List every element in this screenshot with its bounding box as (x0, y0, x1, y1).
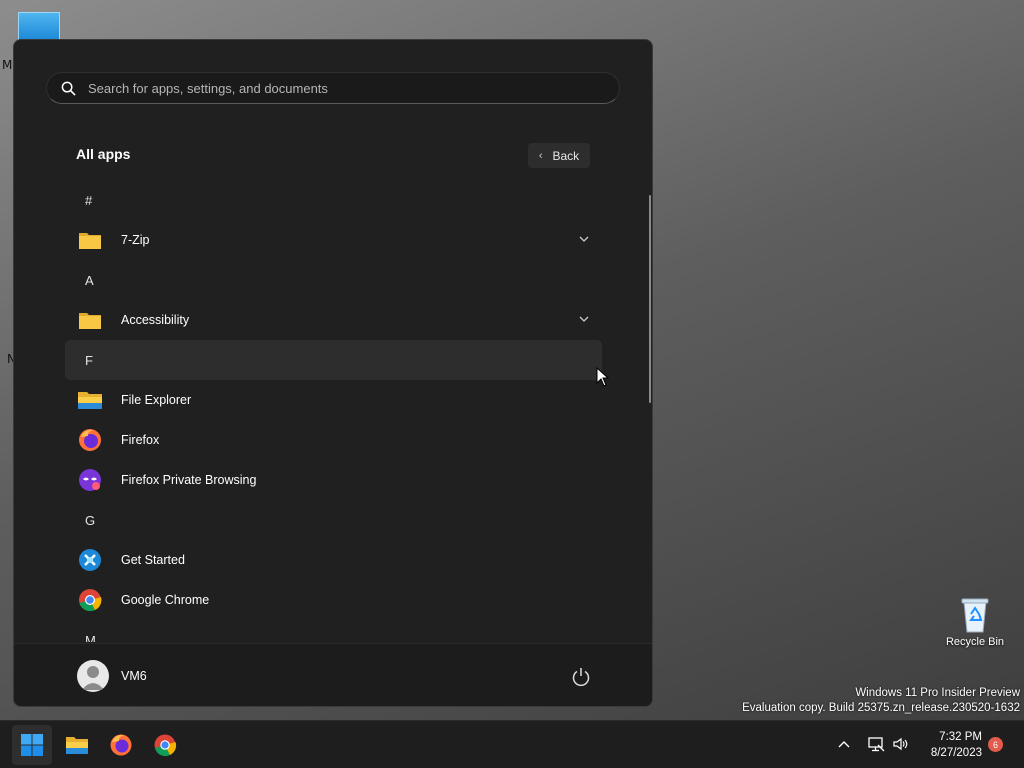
desktop-label-m: M (2, 58, 13, 72)
app-item-firefox[interactable]: Firefox (65, 420, 602, 460)
letter-header-f[interactable]: F (65, 340, 602, 380)
power-icon[interactable] (570, 666, 592, 688)
folder-icon (77, 307, 103, 333)
search-input[interactable] (88, 80, 588, 96)
recycle-bin-icon (959, 596, 991, 634)
watermark-build: Evaluation copy. Build 25375.zn_release.… (742, 702, 1020, 714)
network-icon[interactable] (867, 735, 885, 753)
user-name: VM6 (121, 669, 147, 683)
back-button[interactable]: ‹ Back (528, 143, 590, 168)
search-box[interactable] (46, 72, 620, 104)
letter-label: M (85, 632, 96, 643)
letter-header-a[interactable]: A (65, 260, 602, 300)
all-apps-list: # 7-Zip A Accessibility F File Explorer (65, 180, 602, 642)
taskbar-chrome[interactable] (145, 725, 185, 765)
letter-label: A (85, 272, 94, 288)
letter-label: # (85, 192, 93, 208)
start-button[interactable] (12, 725, 52, 765)
letter-header-g[interactable]: G (65, 500, 602, 540)
app-item-accessibility[interactable]: Accessibility (65, 300, 602, 340)
clock-date: 8/27/2023 (930, 747, 982, 759)
user-account-button[interactable]: VM6 (77, 660, 147, 692)
firefox-icon (110, 734, 132, 756)
taskbar-file-explorer[interactable] (57, 725, 97, 765)
letter-label: G (85, 512, 96, 528)
chevron-down-icon[interactable] (578, 233, 590, 245)
recycle-bin-label: Recycle Bin (945, 636, 1005, 648)
notification-badge[interactable]: 6 (988, 737, 1003, 752)
app-name: Firefox Private Browsing (121, 473, 257, 487)
chevron-left-icon: ‹ (538, 149, 543, 162)
app-name: 7-Zip (121, 233, 150, 247)
letter-header-m[interactable]: M (65, 620, 602, 643)
app-name: Get Started (121, 553, 185, 567)
taskbar-clock[interactable]: 7:32 PM 8/27/2023 (918, 729, 982, 761)
chevron-up-icon[interactable] (838, 739, 850, 751)
folder-icon (77, 227, 103, 253)
apps-scrollbar[interactable] (649, 195, 651, 403)
app-item-google-chrome[interactable]: Google Chrome (65, 580, 602, 620)
start-menu: All apps ‹ Back # 7-Zip A Accessibility … (13, 39, 653, 707)
back-button-label: Back (552, 148, 580, 163)
letter-header-hash[interactable]: # (65, 180, 602, 220)
start-icon (21, 734, 43, 756)
chrome-icon (154, 734, 177, 757)
taskbar: 7:32 PM 8/27/2023 (0, 720, 1024, 768)
letter-label: F (85, 352, 93, 368)
get-started-icon (77, 547, 103, 573)
volume-icon[interactable] (892, 736, 908, 752)
firefox-private-icon (77, 467, 103, 493)
file-explorer-icon (77, 387, 103, 413)
app-item-firefox-private[interactable]: Firefox Private Browsing (65, 460, 602, 500)
start-menu-footer: VM6 (14, 643, 652, 706)
app-name: Firefox (121, 433, 160, 447)
desktop-shortcut-icon[interactable] (18, 12, 60, 42)
search-icon (61, 81, 76, 96)
firefox-icon (77, 427, 103, 453)
file-explorer-icon (66, 737, 88, 754)
app-name: Google Chrome (121, 593, 210, 607)
clock-time: 7:32 PM (939, 731, 982, 743)
watermark-edition: Windows 11 Pro Insider Preview (855, 687, 1020, 699)
all-apps-title: All apps (76, 146, 131, 162)
app-item-file-explorer[interactable]: File Explorer (65, 380, 602, 420)
chrome-icon (77, 587, 103, 613)
app-name: Accessibility (121, 313, 190, 327)
app-item-7zip[interactable]: 7-Zip (65, 220, 602, 260)
taskbar-firefox[interactable] (101, 725, 141, 765)
app-name: File Explorer (121, 393, 192, 407)
chevron-down-icon[interactable] (578, 313, 590, 325)
recycle-bin[interactable]: Recycle Bin (940, 596, 1010, 648)
mouse-cursor-icon (596, 367, 610, 387)
app-item-get-started[interactable]: Get Started (65, 540, 602, 580)
windows-watermark: Windows 11 Pro Insider Preview Evaluatio… (742, 686, 1020, 716)
avatar (77, 660, 109, 692)
